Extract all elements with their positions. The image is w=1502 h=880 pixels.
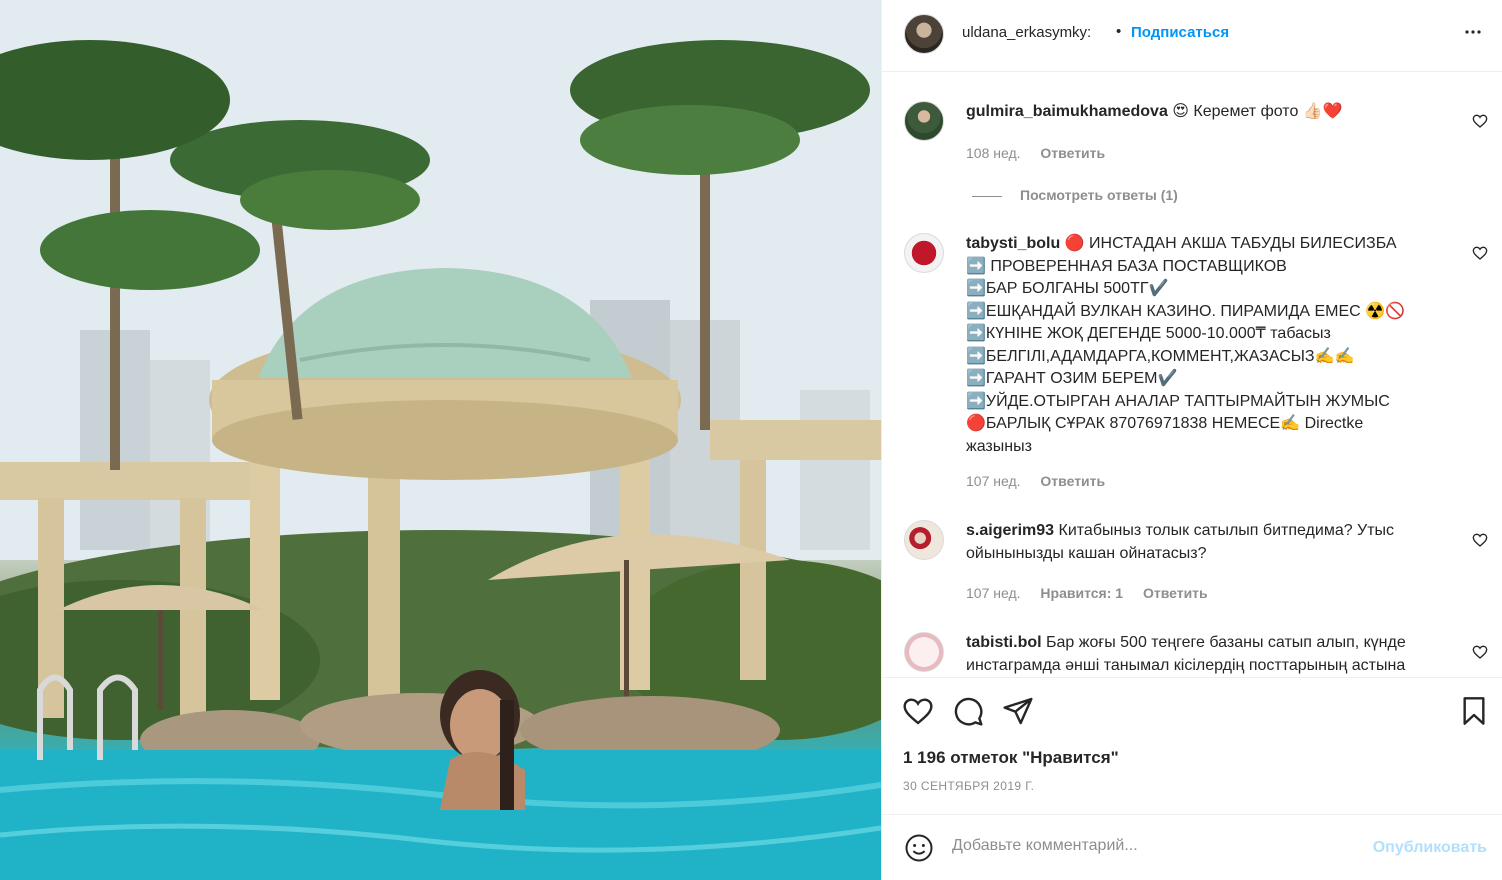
reply-button[interactable]: Ответить [1040,473,1105,489]
comment-line: ➡️УЙДЕ.ОТЫРГАН АНАЛАР ТАПТЫРМАЙТЫН ЖУМЫС [966,392,1390,410]
more-horizontal-icon[interactable] [1461,20,1485,44]
commenter-username[interactable]: s.aigerim93 [966,522,1054,539]
header-separator: • [1116,23,1122,40]
comment-line: ➡️КҮНІНЕ ЖОҚ ДЕГЕНДЕ 5000-10.000₸ табасы… [966,325,1331,342]
author-avatar[interactable] [904,14,944,54]
comment-item: s.aigerim93 Китабыныз толык сатылып битп… [904,520,1488,610]
comment-item: tabysti_bolu 🔴 ИНСТАДАН АКША ТАБУДЫ БИЛЕ… [904,233,1488,493]
comments-list[interactable]: gulmira_baimukhamedova 😍 Керемет фото 👍🏻… [882,73,1502,677]
commenter-avatar[interactable] [904,233,944,273]
comment-line: 🔴БАРЛЫҚ СҰРАК 87076971838 НЕМЕСЕ✍️ Direc… [966,415,1364,432]
comment-line: ➡️БЕЛГІЛІ,АДАМДАРГА,КОММЕНТ,ЖАЗАСЫЗ✍️✍️ [966,347,1355,365]
comment-like-icon[interactable] [1472,532,1488,548]
publish-button[interactable]: Опубликовать [1373,839,1487,857]
comment-item: tabisti.bol Бар жоғы 500 теңгеге базаны … [904,632,1488,677]
comment-like-icon[interactable] [1472,245,1488,261]
emoji-icon[interactable] [904,833,934,863]
comment-text: tabysti_bolu 🔴 ИНСТАДАН АКША ТАБУДЫ БИЛЕ… [966,233,1446,458]
heart-icon[interactable] [902,695,934,727]
comment-line: ➡️ГАРАНТ ОЗИМ БЕРЕМ✔️ [966,370,1178,387]
comment-meta: 107 нед. Нравится: 1 Ответить [966,585,1224,601]
author-username[interactable]: uldana_erkasymky: [962,24,1091,41]
comment-meta: 107 нед. Ответить [966,473,1121,489]
post-header: uldana_erkasymky: • Подписаться [882,0,1502,72]
comment-item: gulmira_baimukhamedova 😍 Керемет фото 👍🏻… [904,101,1488,241]
comment-input[interactable] [952,837,1352,855]
comment-line: ➡️ЕШҚАНДАЙ ВУЛКАН КАЗИНО. ПИРАМИДА ЕМЕС … [966,302,1405,320]
post-photo[interactable] [0,0,881,880]
comment-text: tabisti.bol Бар жоғы 500 теңгеге базаны … [966,632,1446,677]
likes-count[interactable]: 1 196 отметок "Нравится" [903,748,1119,768]
comment-text: gulmira_baimukhamedova 😍 Керемет фото 👍🏻… [966,101,1446,124]
share-icon[interactable] [1002,695,1034,727]
comment-time[interactable]: 107 нед. [966,473,1021,489]
comment-icon[interactable] [952,695,984,727]
reply-button[interactable]: Ответить [1040,145,1105,161]
comment-line: жазыныз [966,437,1032,455]
comment-time[interactable]: 108 нед. [966,145,1021,161]
commenter-username[interactable]: tabisti.bol [966,634,1042,651]
post-panel: uldana_erkasymky: • Подписаться gulmira_… [881,0,1502,880]
commenter-avatar[interactable] [904,101,944,141]
comment-like-icon[interactable] [1472,113,1488,129]
comment-meta: 108 нед. Ответить [966,145,1121,161]
commenter-username[interactable]: gulmira_baimukhamedova [966,103,1168,120]
post-date[interactable]: 30 СЕНТЯБРЯ 2019 Г. [903,779,1034,793]
reply-button[interactable]: Ответить [1143,585,1208,601]
commenter-avatar[interactable] [904,520,944,560]
comment-line: 🔴 ИНСТАДАН АКША ТАБУДЫ БИЛЕСИЗБА [1064,235,1397,252]
comment-line: ➡️БАР БОЛГАНЫ 500ТГ✔️ [966,280,1169,297]
comment-body: 😍 Керемет фото 👍🏻❤️ [1172,103,1343,120]
follow-button[interactable]: Подписаться [1131,24,1229,41]
pool-photo [0,0,881,880]
comment-like-icon[interactable] [1472,644,1488,660]
view-replies-button[interactable]: Посмотреть ответы (1) [972,187,1178,203]
add-comment-bar: Опубликовать [882,814,1502,880]
comment-text: s.aigerim93 Китабыныз толык сатылып битп… [966,520,1446,565]
comment-line: ➡️ ПРОВЕРЕННАЯ БАЗА ПОСТАВЩИКОВ [966,257,1287,275]
comment-time[interactable]: 107 нед. [966,585,1021,601]
commenter-avatar[interactable] [904,632,944,672]
commenter-username[interactable]: tabysti_bolu [966,235,1060,252]
bookmark-icon[interactable] [1458,695,1490,727]
comment-likes[interactable]: Нравится: 1 [1040,585,1123,601]
